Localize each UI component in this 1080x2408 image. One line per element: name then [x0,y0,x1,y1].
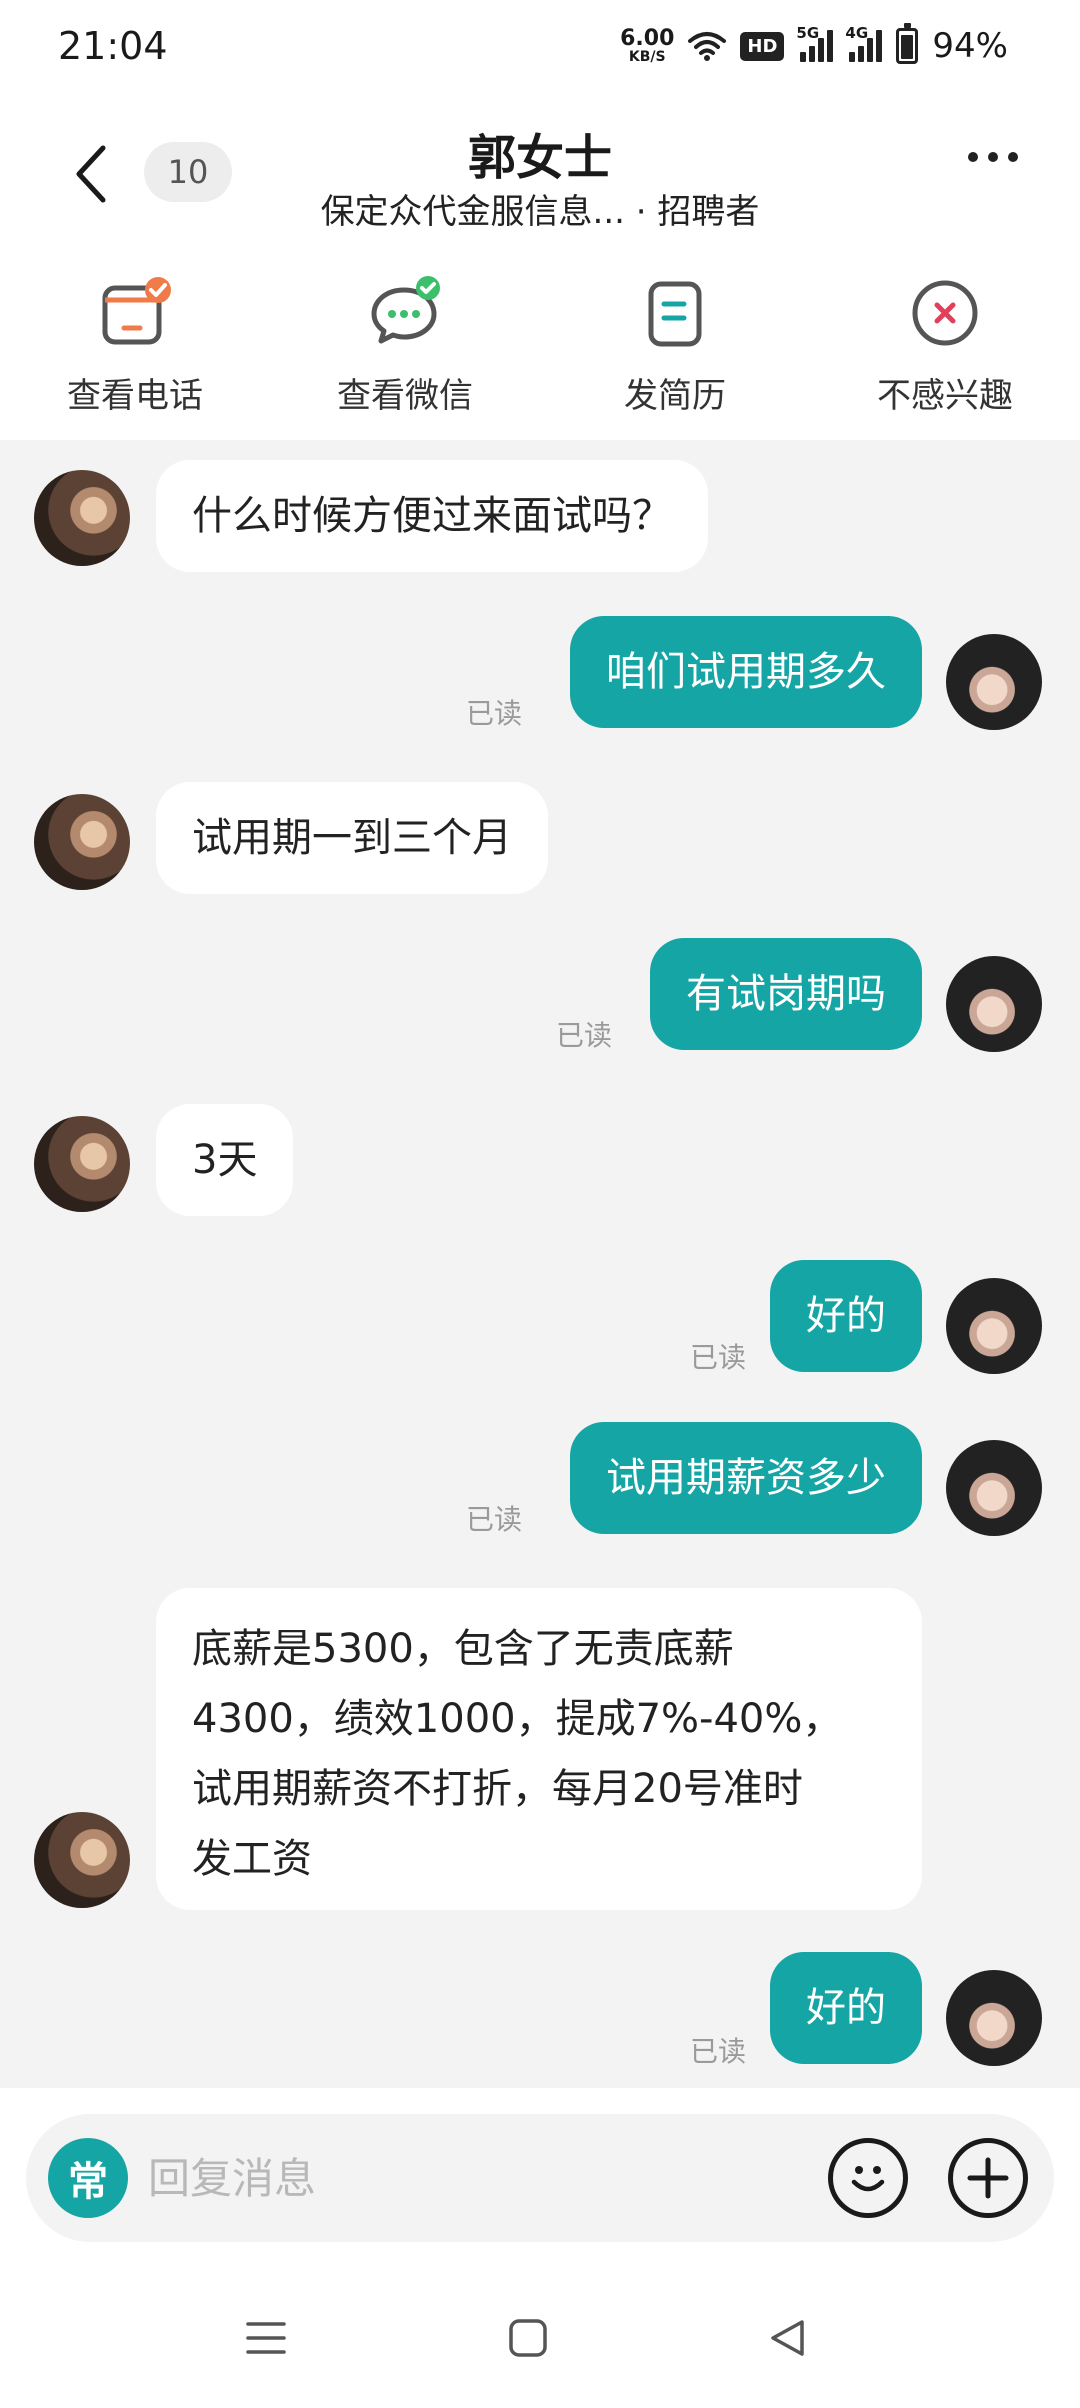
read-status: 已读 [556,1019,613,1052]
view-phone-button[interactable]: 查看电话 [0,246,270,440]
dot [1008,152,1018,162]
message-bubble-outgoing[interactable]: 有试岗期吗 [650,938,922,1050]
message-input-bar: 常 [26,2114,1054,2242]
status-icons: 6.00 KB/S HD 5G 4G 94% [620,22,1008,70]
recruiter-avatar[interactable] [34,470,130,566]
message-bubble-incoming[interactable]: 什么时候方便过来面试吗？ [156,460,708,572]
not-interested-label: 不感兴趣 [877,376,1013,416]
view-wechat-button[interactable]: 查看微信 [270,246,540,440]
dot [988,152,998,162]
hd-voice-icon: HD [740,31,785,61]
recruiter-avatar[interactable] [34,1812,130,1908]
message-line: 底薪是5300，包含了无责底薪 [192,1626,734,1672]
message-bubble-outgoing[interactable]: 咱们试用期多久 [570,616,922,728]
message-bubble-incoming[interactable]: 底薪是5300，包含了无责底薪 4300，绩效1000，提成7%-40%， 试用… [156,1588,922,1910]
signal-5g-icon: 5G [796,24,834,62]
contact-company: 保定众代金服信息... · 招聘者 [320,192,760,232]
message-line: 试用期薪资不打折，每月20号准时 [192,1766,803,1812]
back-triangle-icon [771,2320,804,2356]
contact-name: 郭女士 [467,130,612,186]
recruiter-avatar[interactable] [34,794,130,890]
status-time: 21:04 [58,24,168,68]
more-options-button[interactable] [968,152,1018,162]
not-interested-icon [908,276,982,350]
message-bubble-incoming[interactable]: 试用期一到三个月 [156,782,548,894]
message-bubble-outgoing[interactable]: 好的 [770,1260,922,1372]
back-nav-button[interactable] [758,2308,818,2368]
message-line: 4300，绩效1000，提成7%-40%， [192,1696,843,1742]
recruiter-avatar[interactable] [34,1116,130,1212]
view-wechat-label: 查看微信 [337,376,473,416]
send-resume-button[interactable]: 发简历 [540,246,810,440]
signal-4g-label: 4G [845,24,869,42]
dot [968,152,978,162]
message-bubble-incoming[interactable]: 3天 [156,1104,294,1216]
battery-percent: 94% [932,26,1008,66]
wifi-icon [688,32,727,61]
my-avatar[interactable] [946,1970,1042,2066]
chat-screen: 21:04 6.00 KB/S HD 5G 4G 94% 10 郭女士 保定众代… [0,0,1080,2408]
message-bubble-outgoing[interactable]: 好的 [770,1952,922,2064]
emoji-button[interactable] [828,2138,908,2218]
network-speed-unit: KB/S [628,49,666,65]
emoji-icon [851,2166,885,2192]
my-avatar[interactable] [946,634,1042,730]
send-resume-label: 发简历 [624,376,726,416]
common-phrases-button[interactable]: 常 [48,2138,128,2218]
my-avatar[interactable] [946,956,1042,1052]
network-speed-value: 6.00 [620,26,675,51]
message-list[interactable]: 什么时候方便过来面试吗？ 咱们试用期多久 已读 试用期一到三个月 有试岗期吗 已… [0,440,1080,2088]
status-bar: 21:04 6.00 KB/S HD 5G 4G 94% [0,0,1080,96]
message-line: 发工资 [192,1836,312,1882]
my-avatar[interactable] [946,1278,1042,1374]
message-input[interactable] [148,2142,708,2214]
read-status: 已读 [690,1341,747,1374]
more-features-button[interactable] [948,2138,1028,2218]
signal-4g-icon: 4G [845,24,883,62]
menu-icon [246,2322,286,2354]
read-status: 已读 [690,2035,747,2068]
resume-icon [638,276,712,350]
menu-nav-button[interactable] [236,2308,296,2368]
battery-icon [896,23,919,64]
phone-card-icon [98,276,172,350]
network-speed: 6.00 KB/S [620,26,675,65]
signal-5g-label: 5G [796,24,820,42]
quick-actions: 查看电话 查看微信 发简历 不感兴趣 [0,246,1080,440]
chat-header: 10 郭女士 保定众代金服信息... · 招聘者 [0,96,1080,246]
read-status: 已读 [466,1503,523,1536]
view-phone-label: 查看电话 [67,376,203,416]
system-navigation-bar [0,2258,1080,2408]
input-area: 常 [0,2088,1080,2258]
my-avatar[interactable] [946,1440,1042,1536]
wechat-icon [368,276,442,350]
plus-icon [967,2157,1009,2199]
message-bubble-outgoing[interactable]: 试用期薪资多少 [570,1422,922,1534]
home-nav-button[interactable] [498,2308,558,2368]
home-square-icon [509,2319,547,2357]
read-status: 已读 [466,697,523,730]
not-interested-button[interactable]: 不感兴趣 [810,246,1080,440]
